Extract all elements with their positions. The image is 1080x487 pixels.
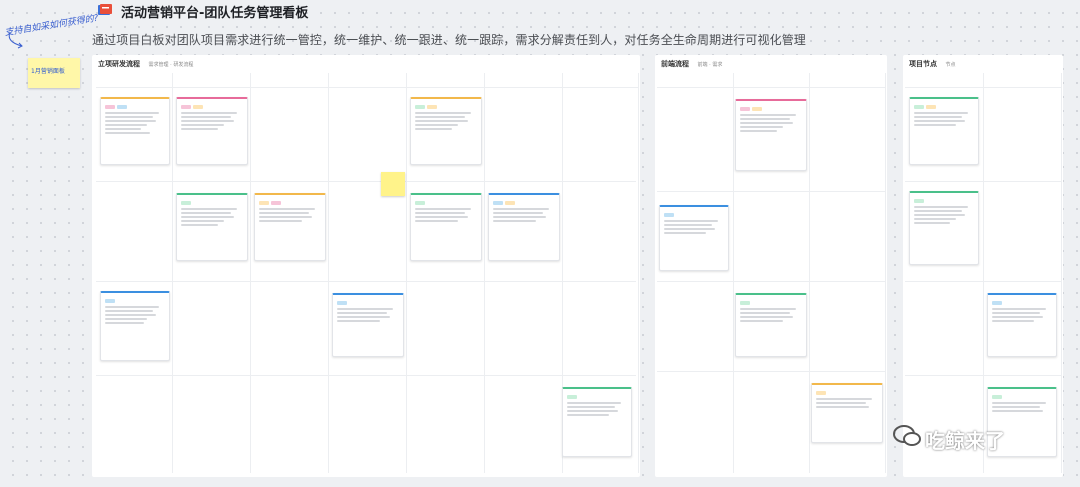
sticky-note[interactable]: 1月营销面板 <box>28 58 80 88</box>
board-3-title: 项目节点 <box>909 60 937 68</box>
swimlane-divider <box>657 191 885 192</box>
watermark-text: 吃鲸来了 <box>925 429 1005 453</box>
swimlane-divider <box>905 181 1061 182</box>
wechat-logo-icon <box>893 425 921 446</box>
swimlane-divider <box>657 281 885 282</box>
app-logo-icon <box>98 4 112 15</box>
task-card[interactable] <box>100 291 170 361</box>
task-card[interactable] <box>735 99 807 171</box>
task-card[interactable] <box>987 293 1057 357</box>
board-1-column <box>484 73 563 473</box>
page-subtitle: 通过项目白板对团队项目需求进行统一管控，统一维护、统一跟进、统一跟踪，需求分解责… <box>92 33 806 47</box>
task-card[interactable] <box>176 97 248 165</box>
board-1-column <box>250 73 329 473</box>
task-card[interactable] <box>488 193 560 261</box>
board-2-meta: 前端 · 需求 <box>697 62 723 68</box>
board-1[interactable]: 立项研发流程 需求管理 · 研发流程 <box>92 55 640 477</box>
board-2[interactable]: 前端流程 前端 · 需求 <box>655 55 887 477</box>
board-2-column <box>657 73 734 473</box>
task-card[interactable] <box>100 97 170 165</box>
page-title: 活动营销平台-团队任务管理看板 <box>121 6 309 21</box>
task-card[interactable] <box>659 205 729 271</box>
task-card[interactable] <box>410 193 482 261</box>
task-card[interactable] <box>735 293 807 357</box>
task-card[interactable] <box>562 387 632 457</box>
board-2-title: 前端流程 <box>661 60 689 68</box>
task-card[interactable] <box>332 293 404 357</box>
board-1-meta: 需求管理 · 研发流程 <box>148 62 194 68</box>
board-1-title: 立项研发流程 <box>98 60 140 68</box>
swimlane-divider <box>96 375 636 376</box>
mini-sticky-note[interactable] <box>381 172 405 196</box>
task-card[interactable] <box>176 193 248 261</box>
annotation-arrow-icon <box>8 31 23 49</box>
swimlane-divider <box>905 281 1061 282</box>
board-1-header: 立项研发流程 需求管理 · 研发流程 <box>98 59 193 69</box>
task-card[interactable] <box>909 191 979 265</box>
task-card[interactable] <box>254 193 326 261</box>
task-card[interactable] <box>909 97 979 165</box>
task-card[interactable] <box>410 97 482 165</box>
board-2-header: 前端流程 前端 · 需求 <box>661 59 722 69</box>
board-3-meta: 节点 <box>945 62 956 68</box>
swimlane-divider <box>657 371 885 372</box>
swimlane-divider <box>96 181 636 182</box>
swimlane-divider <box>96 281 636 282</box>
swimlane-divider <box>905 375 1061 376</box>
board-3[interactable]: 项目节点 节点 <box>903 55 1063 477</box>
board-1-column <box>328 73 407 473</box>
sticky-note-text: 1月营销面板 <box>31 68 65 75</box>
task-card[interactable] <box>811 383 883 443</box>
board-3-header: 项目节点 节点 <box>909 59 956 69</box>
